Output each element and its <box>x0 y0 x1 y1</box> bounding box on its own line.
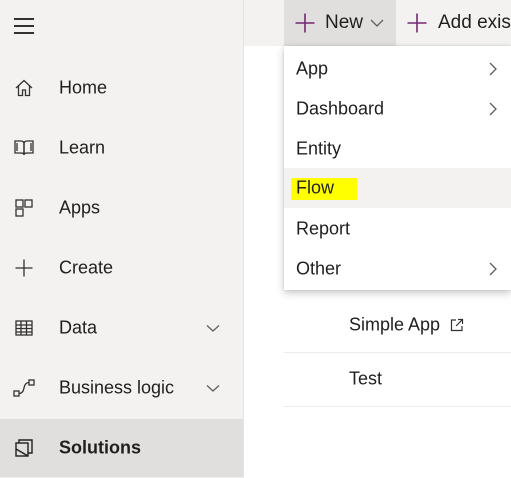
home-icon <box>13 77 35 99</box>
menu-item-flow[interactable]: Flow <box>284 168 511 208</box>
sidebar-item-apps[interactable]: Apps <box>0 179 243 237</box>
solution-name[interactable]: Simple App <box>349 315 440 336</box>
chevron-down-icon[interactable] <box>204 379 222 397</box>
open-external-icon[interactable] <box>450 318 464 332</box>
sidebar-item-create[interactable]: Create <box>0 239 243 297</box>
plus-icon <box>13 257 35 279</box>
sidebar: Home Learn Apps Create Data Business log… <box>0 0 244 478</box>
new-dropdown-menu: App Dashboard Entity Flow Report Other <box>284 46 511 290</box>
add-existing-label: Add existi <box>438 12 511 33</box>
add-existing-button[interactable]: Add existi <box>396 0 511 46</box>
chevron-right-icon <box>485 61 501 77</box>
sidebar-item-home[interactable]: Home <box>0 59 243 117</box>
sidebar-item-label: Learn <box>59 137 106 158</box>
hamburger-icon[interactable] <box>14 18 34 34</box>
menu-item-other[interactable]: Other <box>284 249 511 289</box>
solution-name[interactable]: Test <box>349 369 382 390</box>
sidebar-item-business-logic[interactable]: Business logic <box>0 359 243 417</box>
menu-item-label: Report <box>296 218 351 239</box>
menu-item-dashboard[interactable]: Dashboard <box>284 89 511 129</box>
plus-icon <box>294 12 316 34</box>
menu-item-label: Flow <box>296 177 335 198</box>
menu-item-label: Entity <box>296 138 342 159</box>
menu-item-label: Other <box>296 258 342 279</box>
book-icon <box>13 137 35 159</box>
solutions-icon <box>13 437 35 459</box>
new-button-label: New <box>325 12 364 33</box>
menu-item-label: App <box>296 58 329 79</box>
menu-item-report[interactable]: Report <box>284 209 511 249</box>
chevron-right-icon <box>485 101 501 117</box>
sidebar-item-label: Home <box>59 77 108 98</box>
sidebar-item-learn[interactable]: Learn <box>0 119 243 177</box>
menu-item-entity[interactable]: Entity <box>284 129 511 169</box>
sidebar-item-label: Data <box>59 317 98 338</box>
sidebar-item-label: Solutions <box>59 437 141 458</box>
chevron-right-icon <box>485 261 501 277</box>
apps-icon <box>13 197 35 219</box>
sidebar-item-label: Business logic <box>59 377 175 398</box>
sidebar-item-label: Apps <box>59 197 101 218</box>
table-row[interactable]: Simple App <box>284 298 511 353</box>
plus-icon <box>406 12 428 34</box>
flow-icon <box>13 377 35 399</box>
sidebar-item-solutions[interactable]: Solutions <box>0 419 243 477</box>
new-button[interactable]: New <box>284 0 396 46</box>
sidebar-item-label: Create <box>59 257 114 278</box>
menu-item-label: Dashboard <box>296 98 385 119</box>
menu-item-app[interactable]: App <box>284 49 511 89</box>
sidebar-item-data[interactable]: Data <box>0 299 243 357</box>
chevron-down-icon <box>369 15 385 31</box>
table-icon <box>13 317 35 339</box>
table-row[interactable]: Test <box>284 352 511 407</box>
chevron-down-icon[interactable] <box>204 319 222 337</box>
